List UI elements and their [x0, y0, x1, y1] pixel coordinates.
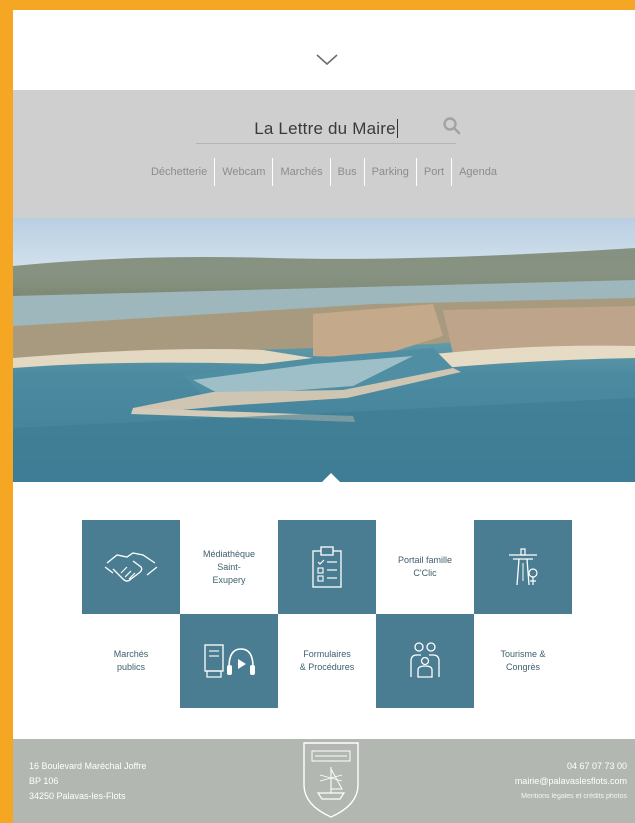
- link-portail-famille[interactable]: Portail famille C'Clic: [376, 520, 474, 614]
- phone-number[interactable]: 04 67 07 73 00: [515, 759, 627, 774]
- link-mediatheque[interactable]: Médiathèque Saint- Exupery: [180, 520, 278, 614]
- footer: 16 Boulevard Maréchal Joffre BP 106 3425…: [13, 739, 635, 823]
- tile-portail-famille[interactable]: [376, 614, 474, 708]
- footer-contact: 04 67 07 73 00 mairie@palavaslesflots.co…: [515, 759, 627, 804]
- city-crest-logo: [303, 742, 359, 818]
- page: La Lettre du Maire Déchetterie Webcam Ma…: [13, 10, 635, 823]
- address-city: 34250 Palavas-les-Flots: [29, 791, 126, 801]
- chevron-down-icon[interactable]: [316, 54, 338, 66]
- tile-mediatheque[interactable]: [180, 614, 278, 708]
- media-headphones-icon: [204, 644, 255, 678]
- link-formulaires[interactable]: Formulaires & Procédures: [278, 614, 376, 708]
- quick-link-marches[interactable]: Marchés: [272, 158, 329, 186]
- quick-link-dechetterie[interactable]: Déchetterie: [144, 158, 214, 186]
- quick-links-nav: Déchetterie Webcam Marchés Bus Parking P…: [13, 158, 635, 186]
- hero-notch: [322, 473, 340, 482]
- family-icon: [410, 642, 440, 678]
- address-street: 16 Boulevard Maréchal Joffre: [29, 761, 147, 771]
- search-band: La Lettre du Maire Déchetterie Webcam Ma…: [13, 90, 635, 218]
- top-bar: [13, 10, 635, 90]
- link-marches-publics[interactable]: Marchés publics: [82, 614, 180, 708]
- quick-link-port[interactable]: Port: [415, 158, 451, 186]
- link-tourisme[interactable]: Tourisme & Congrès: [474, 614, 572, 708]
- footer-address: 16 Boulevard Maréchal Joffre BP 106 3425…: [29, 759, 146, 804]
- email-link[interactable]: mairie@palavaslesflots.com: [515, 774, 627, 789]
- aerial-harbor-illustration: [13, 248, 635, 482]
- clipboard-checklist-icon: [312, 546, 342, 588]
- quick-link-bus[interactable]: Bus: [329, 158, 364, 186]
- legal-notice-link[interactable]: Mentions légales et crédits photos: [515, 789, 627, 804]
- tile-marches-publics[interactable]: [82, 520, 180, 614]
- tile-tourisme[interactable]: [474, 520, 572, 614]
- text-cursor: [396, 119, 398, 138]
- search-value: La Lettre du Maire: [254, 118, 396, 138]
- quick-link-parking[interactable]: Parking: [363, 158, 416, 186]
- search-input[interactable]: La Lettre du Maire: [196, 114, 456, 144]
- hero-aerial-photo: [13, 218, 635, 482]
- quick-link-webcam[interactable]: Webcam: [214, 158, 272, 186]
- services-grid: Médiathèque Saint- Exupery Portail famil…: [82, 520, 574, 708]
- quick-link-agenda[interactable]: Agenda: [451, 158, 504, 186]
- lighthouse-icon: [509, 548, 538, 586]
- address-bp: BP 106: [29, 776, 59, 786]
- search-icon[interactable]: [443, 117, 461, 135]
- handshake-icon: [104, 552, 158, 582]
- tile-formulaires[interactable]: [278, 520, 376, 614]
